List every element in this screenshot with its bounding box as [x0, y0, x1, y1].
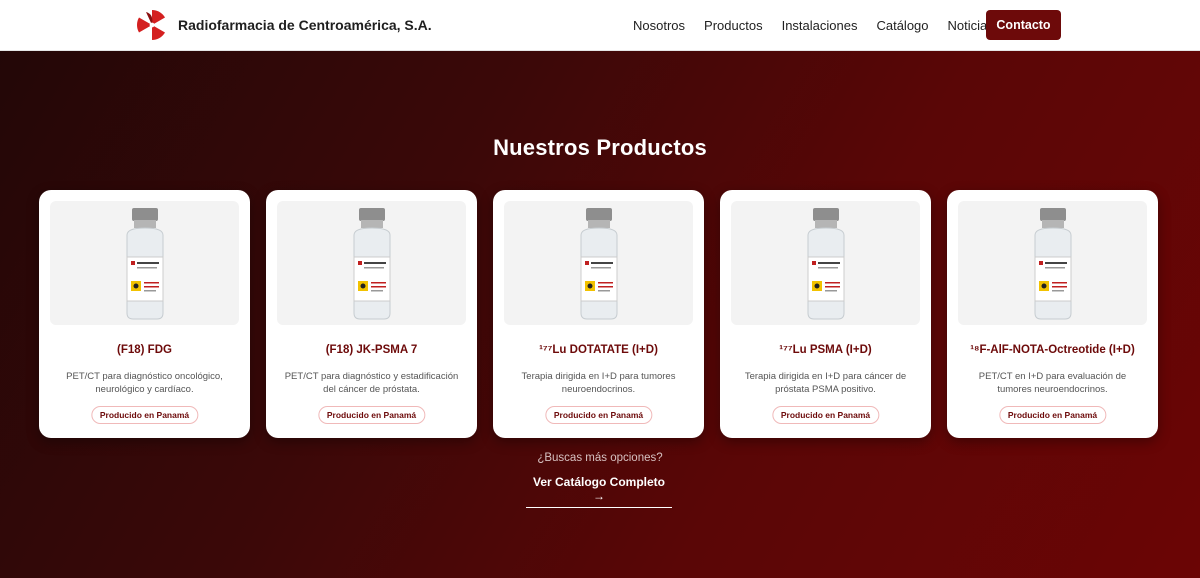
product-title: ¹⁷⁷Lu DOTATATE (I+D)	[539, 344, 658, 356]
radioactive-vial-icon	[353, 208, 390, 320]
product-image	[277, 201, 466, 325]
origin-badge: Producido en Panamá	[90, 406, 199, 424]
origin-badge: Producido en Panamá	[771, 406, 880, 424]
product-image	[731, 201, 920, 325]
radioactive-vial-icon	[1034, 208, 1071, 320]
product-description: Terapia dirigida en I+D para tumores neu…	[521, 371, 676, 395]
section-title: Nuestros Productos	[493, 135, 707, 160]
product-description: PET/CT en I+D para evaluación de tumores…	[978, 371, 1127, 395]
product-card[interactable]: (F18) FDG PET/CT para diagnóstico oncoló…	[39, 190, 250, 438]
product-description: PET/CT para diagnóstico y estadificación…	[284, 371, 459, 395]
nav-item-productos[interactable]: Productos	[704, 18, 763, 33]
product-image	[50, 201, 239, 325]
nav-item-nosotros[interactable]: Nosotros	[633, 18, 685, 33]
product-cards: (F18) FDG PET/CT para diagnóstico oncoló…	[39, 190, 1174, 438]
product-title: ¹⁸F-AlF-NOTA-Octreotide (I+D)	[970, 344, 1135, 356]
product-card[interactable]: ¹⁷⁷Lu DOTATATE (I+D) Terapia dirigida en…	[493, 190, 704, 438]
product-image	[958, 201, 1147, 325]
origin-badge: Producido en Panamá	[317, 406, 426, 424]
product-card[interactable]: ¹⁷⁷Lu PSMA (I+D) Terapia dirigida en I+D…	[720, 190, 931, 438]
product-card[interactable]: (F18) JK-PSMA 7 PET/CT para diagnóstico …	[266, 190, 477, 438]
product-title: (F18) JK-PSMA 7	[325, 344, 418, 356]
navbar: Radiofarmacia de Centroamérica, S.A. Nos…	[0, 0, 1200, 51]
product-title: ¹⁷⁷Lu PSMA (I+D)	[779, 344, 872, 356]
more-options-prompt: ¿Buscas más opciones?	[537, 452, 663, 464]
full-catalog-link[interactable]: Ver Catálogo Completo →	[526, 475, 672, 508]
radioactive-vial-icon	[580, 208, 617, 320]
nav-item-instalaciones[interactable]: Instalaciones	[782, 18, 858, 33]
radioactive-vial-icon	[126, 208, 163, 320]
brand-name: Radiofarmacia de Centroamérica, S.A.	[178, 17, 432, 33]
radioactive-vial-icon	[807, 208, 844, 320]
products-section: Nuestros Productos (F18) FDG PET/CT para…	[0, 51, 1200, 578]
origin-badge: Producido en Panamá	[544, 406, 653, 424]
product-title: (F18) FDG	[117, 344, 172, 356]
radiation-logo-icon	[136, 9, 167, 41]
origin-badge: Producido en Panamá	[998, 406, 1107, 424]
product-card[interactable]: ¹⁸F-AlF-NOTA-Octreotide (I+D) PET/CT en …	[947, 190, 1158, 438]
contact-button[interactable]: Contacto	[986, 10, 1061, 40]
product-image	[504, 201, 693, 325]
product-description: PET/CT para diagnóstico oncológico, neur…	[66, 371, 223, 395]
nav-item-catalogo[interactable]: Catálogo	[876, 18, 928, 33]
main-nav: Nosotros Productos Instalaciones Catálog…	[633, 0, 1013, 51]
brand[interactable]: Radiofarmacia de Centroamérica, S.A.	[136, 9, 432, 41]
product-description: Terapia dirigida en I+D para cáncer de p…	[744, 371, 907, 395]
